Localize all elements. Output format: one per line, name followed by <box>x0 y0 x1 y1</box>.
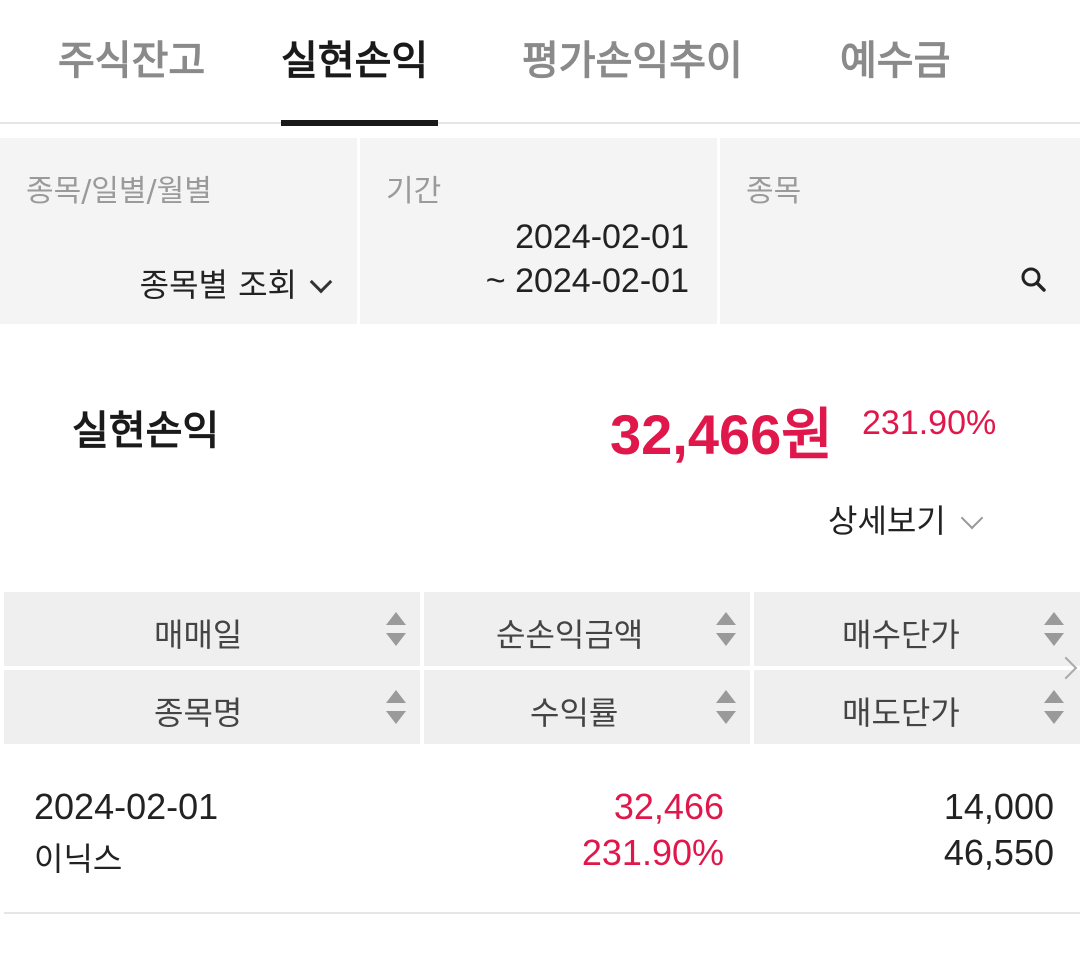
net-pnl: 32,466 <box>613 786 724 827</box>
filter-panel: 종목/일별/월별 종목별 조회 기간 2024-02-01 ~ 2024-02-… <box>0 138 1080 324</box>
sort-icon <box>716 688 736 726</box>
table-row[interactable]: 2024-02-01 이닉스 32,466 231.90% 14,000 46,… <box>4 746 1080 914</box>
filter-stock-search[interactable]: 종목 <box>720 138 1080 324</box>
tab-deposit[interactable]: 예수금 <box>840 28 956 124</box>
chevron-down-icon <box>309 270 333 294</box>
sort-icon <box>386 610 406 648</box>
tab-realized-pnl[interactable]: 실현손익 <box>281 28 438 126</box>
tab-stock-balance[interactable]: 주식잔고 <box>58 28 213 124</box>
summary-label: 실현손익 <box>72 408 220 454</box>
sort-icon <box>716 610 736 648</box>
trade-date: 2024-02-01 <box>34 786 219 827</box>
tab-bar: 주식잔고 실현손익 평가손익추이 예수금 <box>0 0 1080 126</box>
header-stock-name[interactable]: 종목명 <box>4 670 420 744</box>
header-net-pnl[interactable]: 순손익금액 <box>424 592 750 666</box>
filter-period-select[interactable]: 기간 2024-02-01 ~ 2024-02-01 <box>360 138 717 324</box>
header-trade-date[interactable]: 매매일 <box>4 592 420 666</box>
filter-stock-label: 종목 <box>746 174 802 209</box>
sort-icon <box>1044 688 1064 726</box>
header-sell-price[interactable]: 매도단가 <box>754 670 1080 744</box>
header-return-rate[interactable]: 수익률 <box>424 670 750 744</box>
detail-toggle-button[interactable]: 상세보기 <box>828 496 984 542</box>
stock-name: 이닉스 <box>34 840 123 878</box>
realized-pnl-amount: 32,466원 <box>610 403 833 466</box>
tab-valuation-trend[interactable]: 평가손익추이 <box>522 28 754 124</box>
period-start: 2024-02-01 <box>515 218 689 256</box>
search-icon[interactable] <box>1020 266 1046 292</box>
sort-icon <box>1044 610 1064 648</box>
filter-period-label: 기간 <box>386 174 442 209</box>
period-end: ~ 2024-02-01 <box>485 262 689 300</box>
header-buy-price[interactable]: 매수단가 <box>754 592 1080 666</box>
buy-price: 14,000 <box>943 786 1054 827</box>
filter-type-value: 종목별 조회 <box>140 260 333 306</box>
filter-type-label: 종목/일별/월별 <box>26 174 212 209</box>
filter-type-select[interactable]: 종목/일별/월별 종목별 조회 <box>0 138 357 324</box>
sort-icon <box>386 688 406 726</box>
realized-pnl-rate: 231.90% <box>862 404 997 442</box>
chevron-down-icon <box>960 506 984 530</box>
return-rate: 231.90% <box>581 832 724 873</box>
sell-price: 46,550 <box>943 832 1054 873</box>
